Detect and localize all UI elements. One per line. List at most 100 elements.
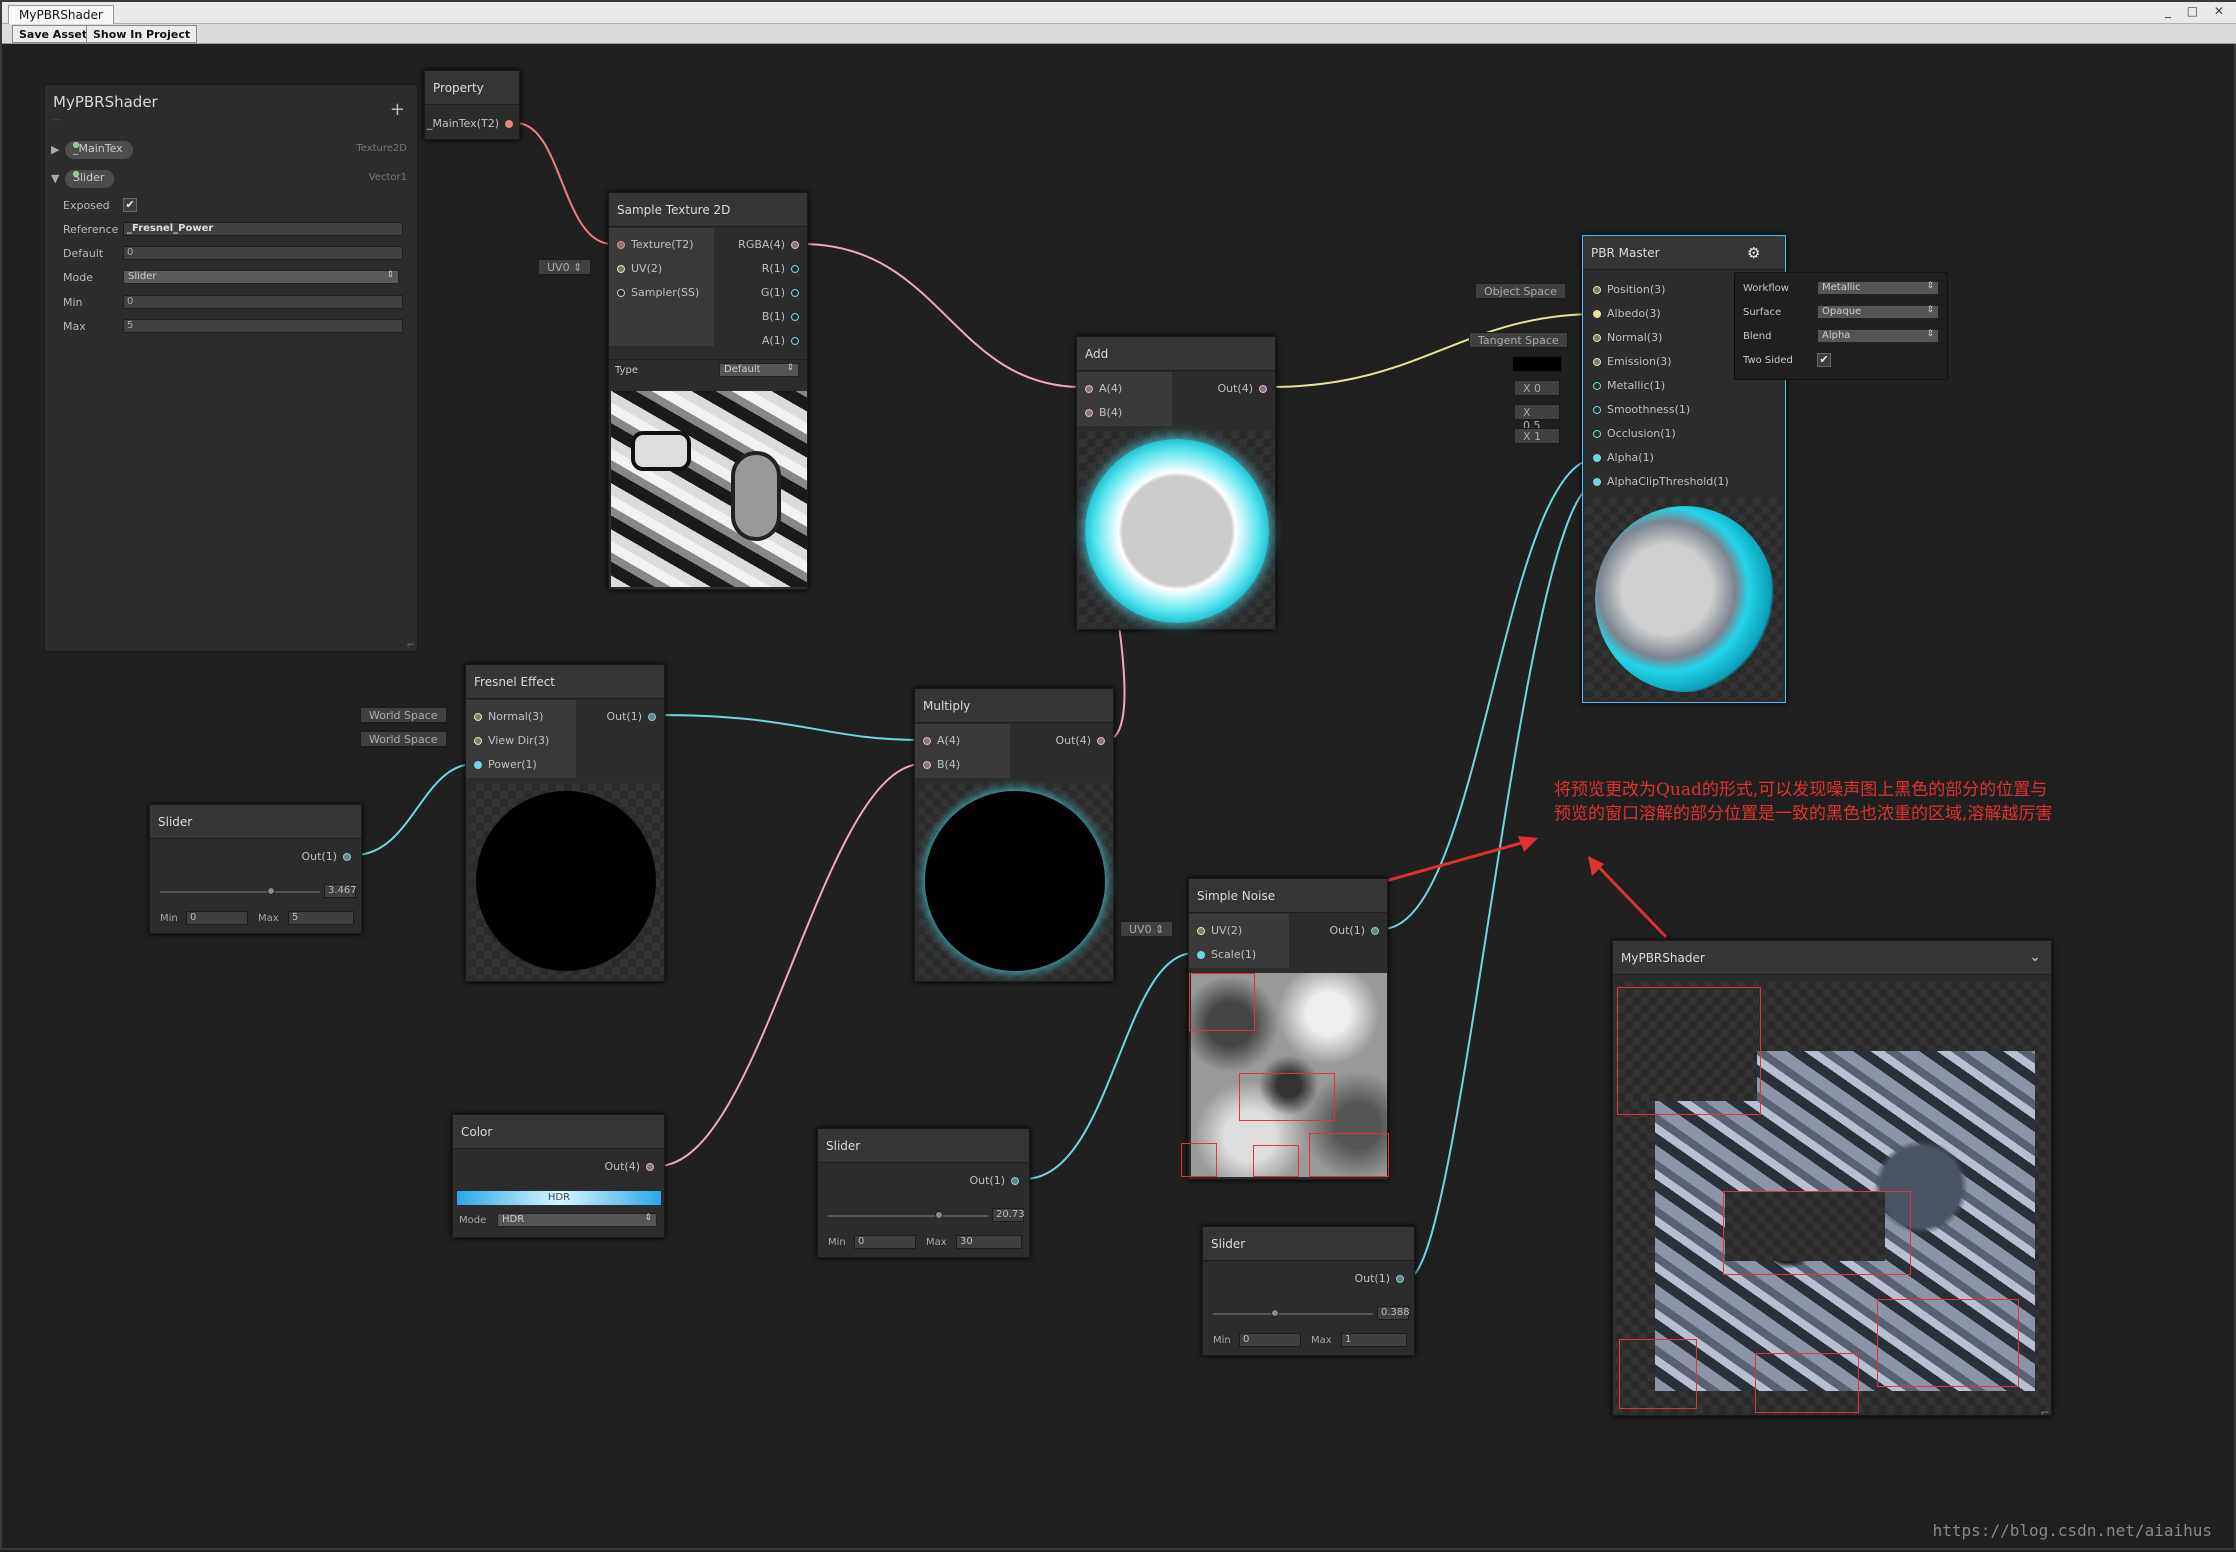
port-dot-icon[interactable] — [617, 241, 625, 249]
slider-track[interactable] — [828, 1215, 988, 1217]
input-port-a[interactable]: A(4) — [923, 734, 960, 747]
input-port-scale[interactable]: Scale(1) — [1197, 948, 1256, 961]
output-port-rgba[interactable]: RGBA(4) — [738, 238, 799, 251]
property-pill[interactable]: _MainTex — [65, 141, 133, 159]
output-port-a[interactable]: A(1) — [762, 334, 799, 347]
slider-track[interactable] — [160, 891, 320, 893]
port-dot-icon[interactable] — [791, 241, 799, 249]
type-dropdown[interactable]: Default — [719, 363, 799, 377]
input-port-position[interactable]: Position(3) — [1593, 283, 1665, 296]
slider-value[interactable]: 20.73 — [992, 1208, 1025, 1222]
chevron-down-icon[interactable]: ▼ — [51, 172, 59, 185]
port-dot-icon[interactable] — [1593, 478, 1601, 486]
viewdir-space-tag[interactable]: World Space — [360, 731, 447, 747]
input-port-alpha[interactable]: Alpha(1) — [1593, 451, 1654, 464]
port-dot-icon[interactable] — [1396, 1275, 1404, 1283]
input-port-a[interactable]: A(4) — [1085, 382, 1122, 395]
smoothness-value[interactable]: X 0.5 — [1514, 404, 1560, 432]
input-port-normal[interactable]: Normal(3) — [1593, 331, 1662, 344]
port-dot-icon[interactable] — [474, 737, 482, 745]
port-dot-icon[interactable] — [617, 289, 625, 297]
port-dot-icon[interactable] — [923, 737, 931, 745]
multiply-node[interactable]: Multiply A(4) B(4) Out(4) — [914, 688, 1114, 982]
reference-input[interactable]: _Fresnel_Power — [123, 222, 403, 236]
input-port-b[interactable]: B(4) — [923, 758, 960, 771]
show-in-project-button[interactable]: Show In Project — [86, 25, 198, 43]
output-port[interactable]: Out(1) — [301, 850, 351, 863]
port-dot-icon[interactable] — [1593, 334, 1601, 342]
output-port[interactable]: Out(1) — [1354, 1272, 1404, 1285]
input-port-smoothness[interactable]: Smoothness(1) — [1593, 403, 1690, 416]
output-port[interactable]: Out(4) — [1217, 382, 1267, 395]
min-input[interactable]: 0 — [186, 911, 248, 925]
port-dot-icon[interactable] — [1097, 737, 1105, 745]
sample-texture-2d-node[interactable]: Sample Texture 2D Texture(T2) UV(2) Samp… — [608, 192, 808, 590]
port-dot-icon[interactable] — [617, 265, 625, 273]
property-row-slider[interactable]: ▼ Slider Vector1 — [51, 169, 411, 189]
property-row-maintex[interactable]: ▶ _MainTex Texture2D — [51, 140, 411, 160]
surface-dropdown[interactable]: Opaque — [1817, 305, 1939, 319]
max-input[interactable]: 5 — [123, 319, 403, 333]
port-dot-icon[interactable] — [1593, 286, 1601, 294]
property-node[interactable]: Property _MainTex(T2) — [424, 70, 520, 140]
min-input[interactable]: 0 — [1239, 1333, 1301, 1347]
chevron-right-icon[interactable]: ▶ — [51, 143, 59, 156]
slider-knob[interactable] — [1271, 1309, 1280, 1317]
slider-node-scale[interactable]: Slider Out(1) 20.73 Min 0 Max 30 — [817, 1128, 1030, 1258]
input-port-albedo[interactable]: Albedo(3) — [1593, 307, 1661, 320]
property-pill[interactable]: Slider — [65, 170, 115, 188]
min-input[interactable]: 0 — [854, 1235, 916, 1249]
max-input[interactable]: 1 — [1341, 1333, 1407, 1347]
simple-noise-node[interactable]: Simple Noise UV(2) Scale(1) Out(1) — [1181, 878, 1389, 1180]
max-input[interactable]: 5 — [288, 911, 354, 925]
port-dot-icon[interactable] — [1593, 406, 1601, 414]
position-space-tag[interactable]: Object Space — [1475, 283, 1566, 299]
gear-icon[interactable]: ⚙ — [1747, 244, 1760, 262]
main-preview-window[interactable]: MyPBRShader ⌄ ⌐ — [1612, 940, 2052, 1419]
window-controls[interactable]: _ □ ✕ — [2165, 4, 2230, 18]
slider-node-power[interactable]: Slider Out(1) 3.467 Min 0 Max 5 — [149, 804, 362, 934]
add-property-button[interactable]: + — [390, 99, 405, 120]
port-dot-icon[interactable] — [791, 337, 799, 345]
resize-handle[interactable]: ⌐ — [407, 640, 415, 651]
input-port-uv[interactable]: UV(2) — [617, 262, 662, 275]
color-node[interactable]: Color Out(4) HDR Mode HDR — [452, 1114, 665, 1238]
output-port[interactable]: Out(4) — [1055, 734, 1105, 747]
exposed-checkbox[interactable]: ✔ — [123, 198, 137, 212]
workflow-dropdown[interactable]: Metallic — [1817, 281, 1939, 295]
slider-value[interactable]: 3.467 — [324, 884, 357, 898]
input-port-b[interactable]: B(4) — [1085, 406, 1122, 419]
input-port-power[interactable]: Power(1) — [474, 758, 537, 771]
port-dot-icon[interactable] — [1593, 310, 1601, 318]
normal-space-tag[interactable]: World Space — [360, 707, 447, 723]
port-dot-icon[interactable] — [474, 761, 482, 769]
mode-dropdown[interactable]: Slider — [123, 270, 399, 284]
resize-handle[interactable]: ⌐ — [2041, 1408, 2049, 1419]
default-input[interactable]: 0 — [123, 246, 403, 260]
input-port-normal[interactable]: Normal(3) — [474, 710, 543, 723]
fresnel-effect-node[interactable]: Fresnel Effect Normal(3) View Dir(3) Pow… — [465, 664, 665, 982]
add-node[interactable]: Add A(4) B(4) Out(4) — [1076, 336, 1276, 630]
port-dot-icon[interactable] — [1259, 385, 1267, 393]
two-sided-checkbox[interactable]: ✔ — [1817, 353, 1831, 367]
slider-value[interactable]: 0.388 — [1377, 1306, 1410, 1320]
port-dot-icon[interactable] — [1197, 927, 1205, 935]
port-dot-icon[interactable] — [505, 120, 513, 128]
output-port-g[interactable]: G(1) — [761, 286, 799, 299]
port-dot-icon[interactable] — [1593, 358, 1601, 366]
hdr-color-swatch[interactable]: HDR — [457, 1191, 661, 1205]
slider-knob[interactable] — [934, 1211, 943, 1219]
uv-tag[interactable]: UV0 ⇕ — [538, 259, 592, 275]
input-port-emission[interactable]: Emission(3) — [1593, 355, 1672, 368]
port-dot-icon[interactable] — [1197, 951, 1205, 959]
input-port-metallic[interactable]: Metallic(1) — [1593, 379, 1665, 392]
port-dot-icon[interactable] — [1593, 430, 1601, 438]
port-dot-icon[interactable] — [791, 289, 799, 297]
input-port-viewdir[interactable]: View Dir(3) — [474, 734, 549, 747]
port-dot-icon[interactable] — [1011, 1177, 1019, 1185]
output-port[interactable]: Out(1) — [1329, 924, 1379, 937]
save-asset-button[interactable]: Save Asset — [12, 25, 95, 43]
port-dot-icon[interactable] — [791, 265, 799, 273]
output-port[interactable]: Out(4) — [604, 1160, 654, 1173]
output-port-b[interactable]: B(1) — [762, 310, 799, 323]
